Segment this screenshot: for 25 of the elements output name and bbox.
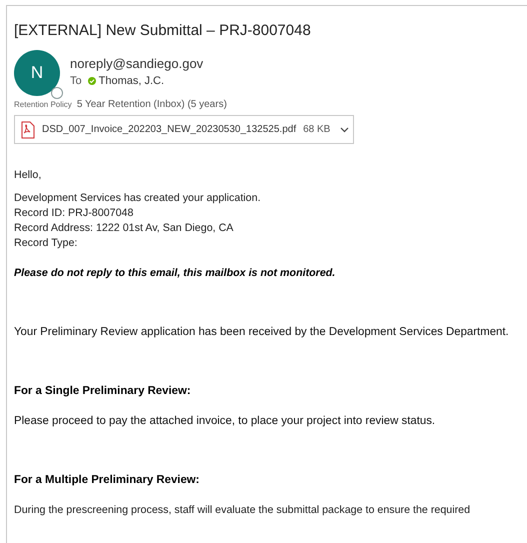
sender-address[interactable]: noreply@sandiego.gov bbox=[70, 56, 204, 72]
recipient-name[interactable]: Thomas, J.C. bbox=[98, 73, 164, 90]
body-text: Please do not reply to this email, this mailbox is not monitored. bbox=[14, 266, 336, 281]
attachment-card[interactable]: DSD_007_Invoice_202203_NEW_20230530_132525.pdf 68 KB bbox=[14, 115, 354, 144]
to-label: To bbox=[70, 74, 82, 89]
section-heading: For a Multiple Preliminary Review: bbox=[14, 473, 200, 488]
retention-label: Retention Policy bbox=[14, 98, 72, 110]
body-text: Development Services has created your application. bbox=[14, 191, 261, 206]
body-text: Hello, bbox=[14, 168, 42, 183]
email-subject: [EXTERNAL] New Submittal – PRJ-8007048 bbox=[14, 21, 311, 41]
body-text: Record Address: 1222 01st Av, San Diego, CA bbox=[14, 221, 234, 236]
section-heading: For a Single Preliminary Review: bbox=[14, 384, 191, 399]
check-icon bbox=[88, 77, 96, 86]
presence-status-icon bbox=[51, 87, 63, 99]
body-text: Your Preliminary Review application has been received by the Development Services Department. bbox=[14, 325, 509, 340]
body-text: Record ID: PRJ-8007048 bbox=[14, 206, 134, 221]
chevron-down-icon[interactable] bbox=[340, 126, 350, 132]
attachment-size: 68 KB bbox=[303, 123, 330, 137]
body-text: During the prescreening process, staff will evaluate the submittal package to ensure the required bbox=[14, 503, 470, 518]
body-text: Please proceed to pay the attached invoice, to place your project into review status. bbox=[14, 414, 436, 429]
pdf-file-icon bbox=[21, 120, 35, 138]
retention-value: 5 Year Retention (Inbox) (5 years) bbox=[76, 98, 227, 112]
body-text: Record Type: bbox=[14, 236, 78, 251]
attachment-name: DSD_007_Invoice_202203_NEW_20230530_132525.pdf bbox=[42, 123, 296, 137]
sender-avatar[interactable]: N bbox=[14, 50, 60, 96]
